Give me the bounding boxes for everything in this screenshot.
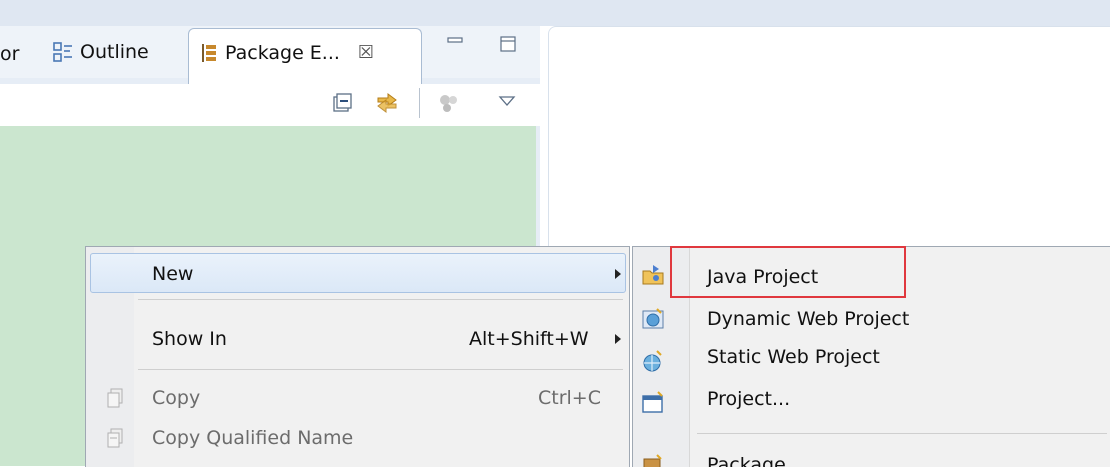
tab-outline-label: Outline (80, 41, 149, 63)
context-menu: New Show In Alt+Shift+W Copy Ctrl+C Copy… (85, 246, 630, 467)
project-icon (642, 391, 663, 413)
window-top-strip (0, 0, 1110, 26)
submenu-item-label: Project... (707, 388, 791, 410)
menu-separator (138, 299, 623, 300)
view-menu-chevron-down-icon[interactable] (498, 94, 516, 108)
minimize-view-icon[interactable] (445, 34, 465, 52)
tab-package-explorer[interactable]: Package E... ☒ (188, 28, 422, 85)
submenu-separator (697, 433, 1107, 434)
highlight-annotation-box (670, 246, 906, 298)
package-explorer-icon (202, 44, 216, 62)
submenu-item-label: Package (707, 454, 786, 467)
tab-package-label: Package E... (225, 42, 340, 64)
toolbar-separator (419, 88, 420, 118)
menu-item-label: Copy Qualified Name (152, 427, 354, 449)
menu-item-shortcut: Alt+Shift+W (469, 328, 589, 350)
submenu-item-package[interactable]: Package (633, 443, 1110, 467)
menu-item-new[interactable]: New (86, 253, 629, 297)
submenu-arrow-icon (615, 269, 621, 279)
tab-editor-partial[interactable]: or (0, 42, 19, 66)
submenu-item-label: Dynamic Web Project (707, 308, 910, 330)
menu-item-copy-qualified-name[interactable]: Copy Qualified Name (86, 423, 629, 467)
package-icon (643, 454, 662, 467)
copy-qualified-name-icon (107, 428, 123, 448)
menu-item-label: Copy (152, 387, 201, 409)
copy-icon (107, 388, 123, 408)
menu-item-label: New (152, 263, 194, 285)
menu-item-copy[interactable]: Copy Ctrl+C (86, 379, 629, 423)
menu-item-label: Show In (152, 328, 227, 350)
submenu-item-dynamic-web-project[interactable]: Dynamic Web Project (633, 299, 1110, 339)
dynamic-web-project-icon (642, 308, 664, 329)
focus-on-active-task-icon[interactable] (437, 92, 461, 114)
submenu-item-static-web-project[interactable]: Static Web Project (633, 339, 1110, 379)
maximize-view-icon[interactable] (498, 34, 518, 54)
menu-item-show-in[interactable]: Show In Alt+Shift+W (86, 317, 629, 361)
tab-outline[interactable]: Outline (52, 40, 149, 64)
close-tab-icon[interactable]: ☒ (358, 41, 374, 65)
menu-item-shortcut: Ctrl+C (538, 387, 601, 409)
collapse-all-icon[interactable] (331, 92, 353, 114)
submenu-item-project[interactable]: Project... (633, 381, 1110, 421)
submenu-arrow-icon (615, 334, 621, 344)
java-project-icon (642, 265, 664, 285)
link-with-editor-icon[interactable] (374, 90, 400, 116)
menu-separator (138, 369, 623, 370)
outline-icon (53, 42, 72, 62)
static-web-project-icon (643, 350, 662, 372)
submenu-item-label: Static Web Project (707, 346, 880, 368)
